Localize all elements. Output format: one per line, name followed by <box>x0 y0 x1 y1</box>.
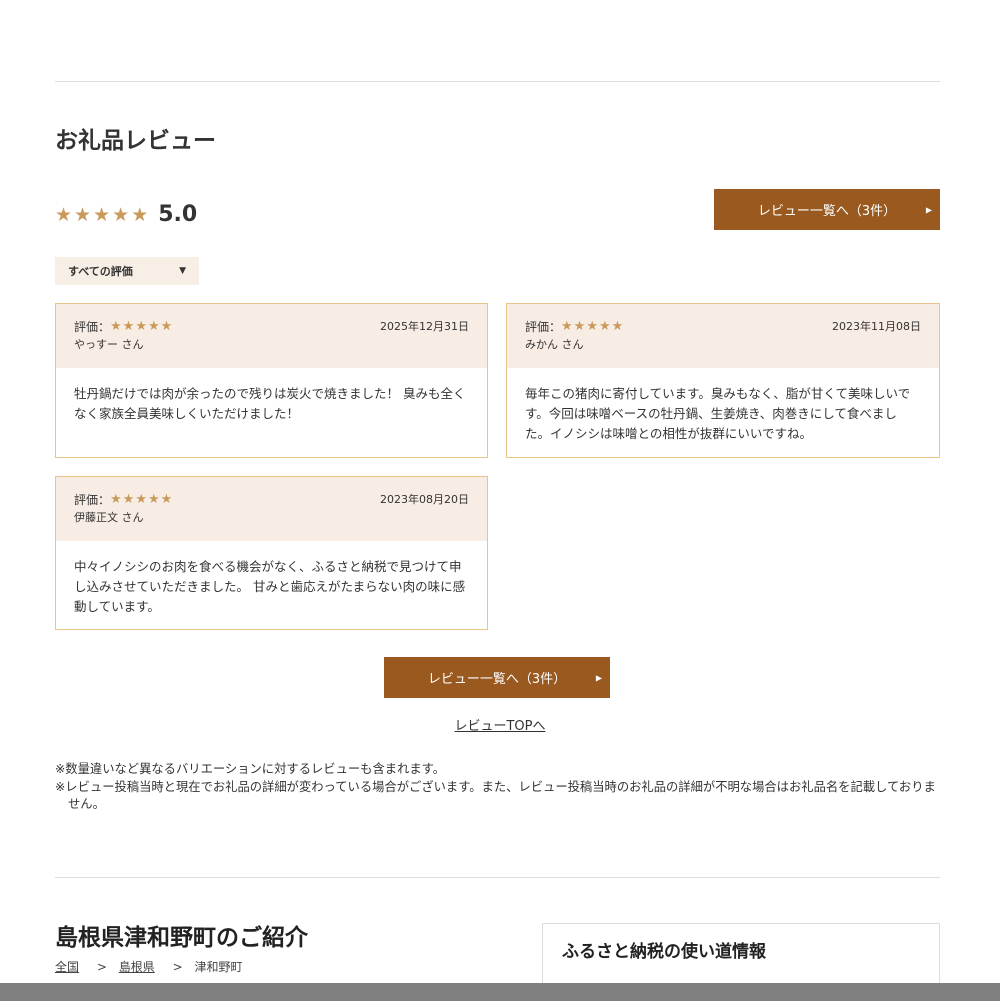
breadcrumb-separator: > <box>172 960 183 974</box>
review-list-button-label: レビュー一覧へ（3件） <box>757 204 897 219</box>
review-text: 牡丹鍋だけでは肉が余ったので残りは炭火で焼きました！ 臭みも全くなく家族全員美味… <box>74 386 466 421</box>
review-card: 評価： ★ ★ ★ ★ ★ 2025年12月31日 やっすー さん 牡丹鍋だけで… <box>55 303 488 458</box>
star-icon: ★ <box>160 492 173 507</box>
star-icon: ★ <box>611 319 624 334</box>
star-icon: ★ <box>160 319 173 334</box>
review-card: 評価： ★ ★ ★ ★ ★ 2023年08月20日 伊藤正文 さん 中々イノシシ… <box>55 476 488 630</box>
section-divider <box>55 877 940 878</box>
star-icon: ★ <box>147 492 160 507</box>
arrow-right-icon: ▶ <box>595 673 602 682</box>
review-date: 2023年08月20日 <box>380 493 469 506</box>
star-icon: ★ <box>573 319 586 334</box>
review-user: やっすー さん <box>74 338 144 351</box>
usage-info-title: ふるさと納税の使い道情報 <box>562 942 766 962</box>
star-icon: ★ <box>131 204 149 226</box>
average-rating: ★ ★ ★ ★ ★ 5.0 <box>55 200 197 230</box>
note-text: ※レビュー投稿当時と現在でお礼品の詳細が変わっている場合がございます。また、レビ… <box>55 779 936 812</box>
star-icon: ★ <box>110 319 122 334</box>
rating-filter-value: すべての評価 <box>68 265 133 278</box>
average-score: 5.0 <box>158 202 198 227</box>
rating-prefix: 評価： <box>74 493 111 507</box>
review-card-header: 評価： ★ ★ ★ ★ ★ 2023年08月20日 伊藤正文 さん <box>56 477 487 541</box>
star-icon: ★ <box>55 204 73 226</box>
breadcrumb-link-prefecture[interactable]: 島根県 <box>119 960 155 974</box>
review-date: 2025年12月31日 <box>380 320 469 333</box>
rating-filter-select[interactable]: すべての評価 ▼ <box>55 257 199 285</box>
review-top-link-wrap: レビューTOPへ <box>0 715 1000 734</box>
star-icon: ★ <box>74 204 92 226</box>
review-date: 2023年11月08日 <box>832 320 921 333</box>
star-icon: ★ <box>135 492 147 507</box>
star-icon: ★ <box>122 492 135 507</box>
review-card: 評価： ★ ★ ★ ★ ★ 2023年11月08日 みかん さん 毎年この猪肉に… <box>506 303 940 458</box>
star-icon: ★ <box>110 492 122 507</box>
review-list-button-bottom[interactable]: レビュー一覧へ（3件） ▶ <box>384 657 610 698</box>
star-icon: ★ <box>598 319 611 334</box>
review-stars: ★ ★ ★ ★ ★ <box>110 491 173 509</box>
review-notes: ※数量違いなど異なるバリエーションに対するレビューも含まれます。 ※レビュー投稿… <box>55 761 942 814</box>
municipality-intro-title: 島根県津和野町のご紹介 <box>55 925 308 951</box>
review-stars: ★ ★ ★ ★ ★ <box>110 318 173 336</box>
star-icon: ★ <box>561 319 573 334</box>
breadcrumb-current: 津和野町 <box>194 960 243 974</box>
review-text: 中々イノシシのお肉を食べる機会がなく、ふるさと納税で見つけて申し込みさせていただ… <box>74 559 466 614</box>
breadcrumb-separator: > <box>96 960 107 974</box>
review-list-button-top[interactable]: レビュー一覧へ（3件） ▶ <box>714 189 940 230</box>
review-card-header: 評価： ★ ★ ★ ★ ★ 2025年12月31日 やっすー さん <box>56 304 487 368</box>
star-icon: ★ <box>93 204 111 226</box>
breadcrumb: 全国 > 島根県 > 津和野町 <box>55 958 242 976</box>
breadcrumb-link-national[interactable]: 全国 <box>55 960 79 974</box>
arrow-right-icon: ▶ <box>925 205 932 214</box>
star-icon: ★ <box>135 319 147 334</box>
star-icon: ★ <box>147 319 160 334</box>
section-title: お礼品レビュー <box>55 128 216 154</box>
review-user: 伊藤正文 さん <box>74 511 144 524</box>
review-top-link[interactable]: レビューTOPへ <box>454 719 545 734</box>
review-card-header: 評価： ★ ★ ★ ★ ★ 2023年11月08日 みかん さん <box>507 304 939 368</box>
caret-down-icon: ▼ <box>179 266 186 276</box>
review-user: みかん さん <box>525 338 584 351</box>
review-list-button-label: レビュー一覧へ（3件） <box>427 672 567 687</box>
star-icon: ★ <box>122 319 135 334</box>
note-text: ※数量違いなど異なるバリエーションに対するレビューも含まれます。 <box>55 762 446 776</box>
bottom-scroll-bar <box>0 983 1000 1001</box>
rating-prefix: 評価： <box>74 320 111 334</box>
top-divider <box>55 81 940 82</box>
review-text: 毎年この猪肉に寄付しています。臭みもなく、脂が甘くて美味しいです。今回は味噌ベー… <box>525 386 911 441</box>
star-icon: ★ <box>586 319 598 334</box>
review-stars: ★ ★ ★ ★ ★ <box>561 318 624 336</box>
average-rating-stars: ★ ★ ★ ★ ★ <box>55 205 150 225</box>
star-icon: ★ <box>112 204 130 226</box>
rating-prefix: 評価： <box>525 320 562 334</box>
